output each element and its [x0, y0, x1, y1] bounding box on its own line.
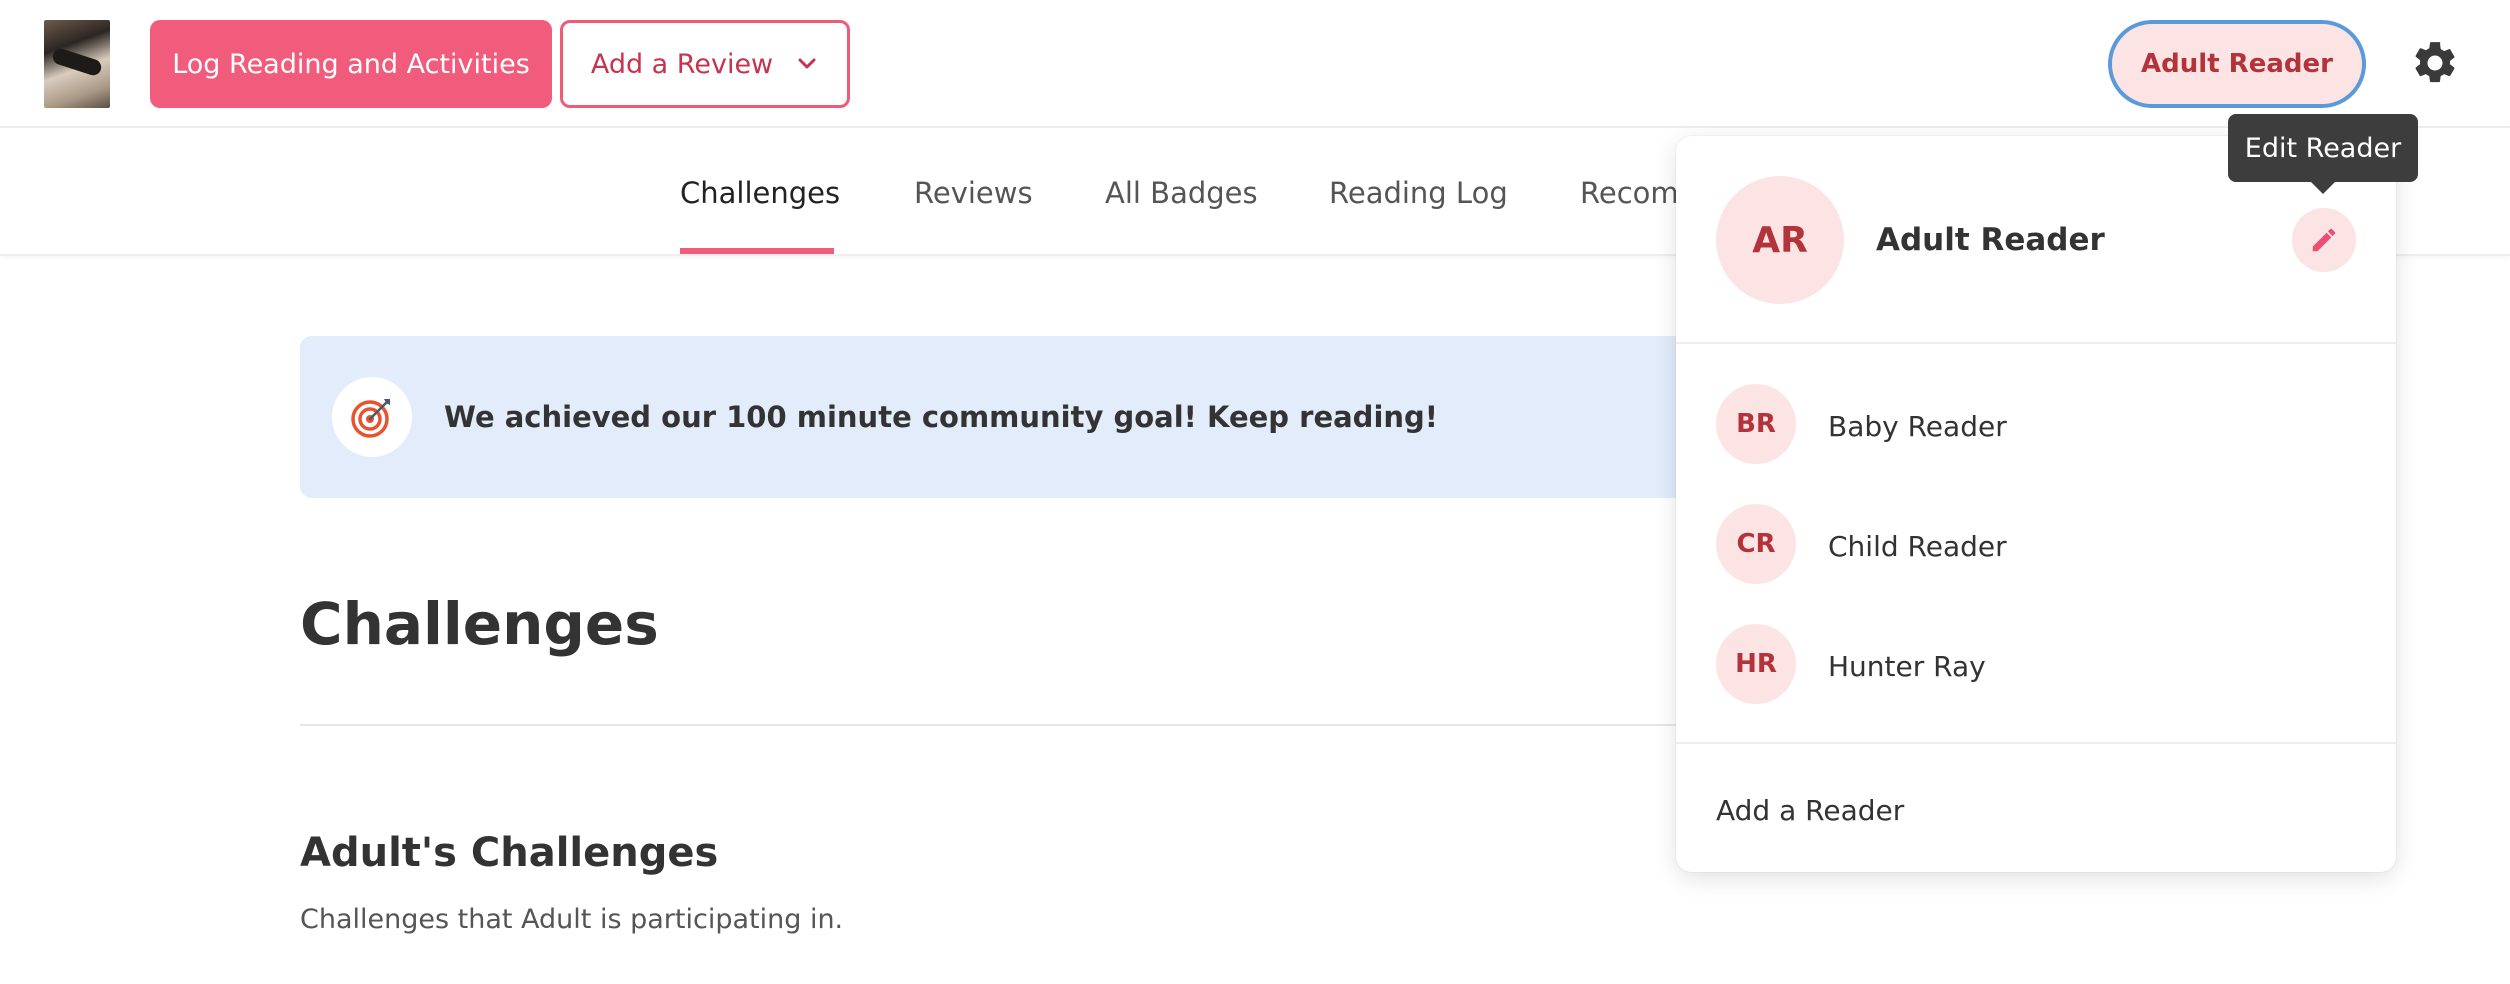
log-reading-button-label: Log Reading and Activities	[172, 48, 530, 80]
reader-item-child-reader[interactable]: CR Child Reader	[1676, 494, 2396, 594]
reader-switcher-button[interactable]: Adult Reader	[2108, 20, 2366, 108]
site-logo[interactable]	[44, 20, 110, 108]
pencil-icon	[2312, 228, 2336, 252]
tab-reviews[interactable]: Reviews	[914, 176, 1033, 210]
edit-reader-tooltip: Edit Reader	[2228, 114, 2418, 194]
reader-list: BR Baby Reader CR Child Reader HR Hunter…	[1676, 344, 2396, 744]
current-reader-name: Adult Reader	[1876, 222, 2105, 258]
avatar-initials: CR	[1736, 529, 1776, 559]
reader-name: Baby Reader	[1828, 410, 2007, 443]
avatar: HR	[1716, 624, 1796, 704]
avatar: AR	[1716, 176, 1844, 304]
target-icon	[332, 377, 412, 457]
banner-message: We achieved our 100 minute community goa…	[444, 400, 1439, 434]
avatar-initials: AR	[1752, 219, 1808, 261]
avatar: BR	[1716, 384, 1796, 464]
tab-challenges[interactable]: Challenges	[680, 176, 840, 210]
add-reader-link[interactable]: Add a Reader	[1716, 794, 1904, 827]
reader-switcher-label: Adult Reader	[2141, 49, 2333, 79]
section-subtitle: Challenges that Adult is participating i…	[300, 904, 844, 935]
reader-item-baby-reader[interactable]: BR Baby Reader	[1676, 374, 2396, 474]
tooltip-text: Edit Reader	[2244, 132, 2402, 164]
edit-reader-button[interactable]	[2292, 208, 2356, 272]
reader-item-hunter-ray[interactable]: HR Hunter Ray	[1676, 614, 2396, 714]
avatar-initials: HR	[1735, 649, 1777, 679]
page-title: Challenges	[300, 590, 659, 658]
gear-icon[interactable]	[2410, 38, 2460, 88]
tab-reading-log[interactable]: Reading Log	[1329, 176, 1508, 210]
section-title: Adult's Challenges	[300, 830, 719, 876]
reader-dropdown: AR Adult Reader BR Baby Reader CR Child …	[1676, 136, 2396, 872]
add-review-button-label: Add a Review	[590, 48, 774, 80]
log-reading-button[interactable]: Log Reading and Activities	[150, 20, 552, 108]
reader-name: Hunter Ray	[1828, 650, 1986, 683]
add-review-button[interactable]: Add a Review	[560, 20, 850, 108]
top-bar: Log Reading and Activities Add a Review …	[0, 0, 2510, 128]
avatar: CR	[1716, 504, 1796, 584]
chevron-down-icon	[795, 52, 819, 76]
active-tab-indicator	[680, 248, 834, 254]
tab-recommendations[interactable]: Recom	[1580, 176, 1679, 210]
reader-name: Child Reader	[1828, 530, 2007, 563]
avatar-initials: BR	[1736, 409, 1776, 439]
tab-all-badges[interactable]: All Badges	[1105, 176, 1258, 210]
